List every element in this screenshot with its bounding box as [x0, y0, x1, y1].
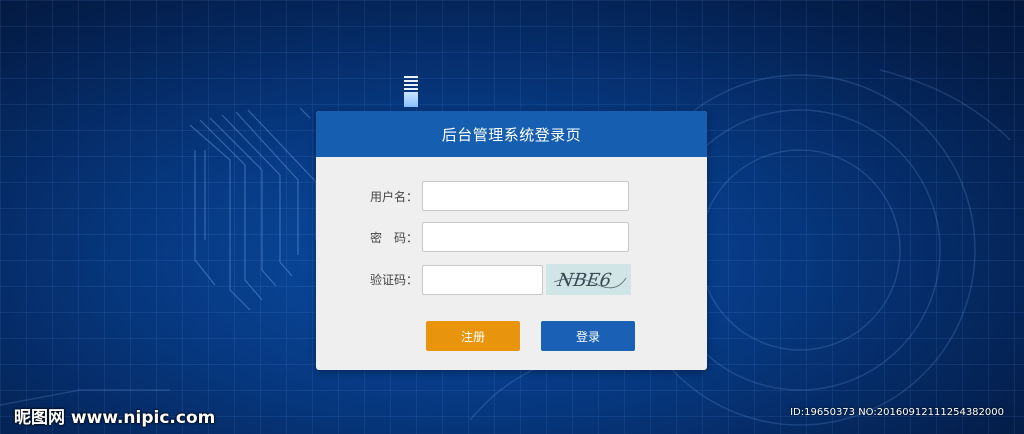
captcha-graphic: NBE6	[553, 270, 627, 291]
login-title: 后台管理系统登录页	[441, 125, 582, 144]
login-button[interactable]: 登录	[541, 321, 635, 351]
captcha-image[interactable]: NBE6	[546, 264, 631, 295]
username-row: 用户名：	[316, 181, 629, 211]
panel-tab-decoration	[404, 76, 418, 107]
login-header: 后台管理系统登录页	[316, 111, 707, 157]
captcha-label: 验证码：	[369, 273, 418, 287]
username-label: 用户名：	[369, 189, 418, 204]
site-watermark: 昵图网 www.nipic.com	[14, 408, 216, 428]
tab-block	[404, 92, 418, 107]
register-button[interactable]: 注册	[426, 321, 520, 351]
password-row: 密 码：	[316, 222, 629, 252]
captcha-input[interactable]	[422, 264, 543, 295]
id-watermark: ID:19650373 NO:20160912111254382000	[790, 407, 1004, 418]
password-input[interactable]	[422, 222, 629, 252]
tab-bars	[404, 76, 418, 90]
captcha-text: NBE6	[555, 270, 612, 291]
captcha-row: 验证码： NBE6	[316, 264, 631, 295]
username-input[interactable]	[422, 181, 629, 211]
login-card: 后台管理系统登录页 用户名： 密 码： 验证码： NBE6 注册 登录	[316, 111, 707, 370]
password-label: 密 码：	[369, 230, 418, 245]
